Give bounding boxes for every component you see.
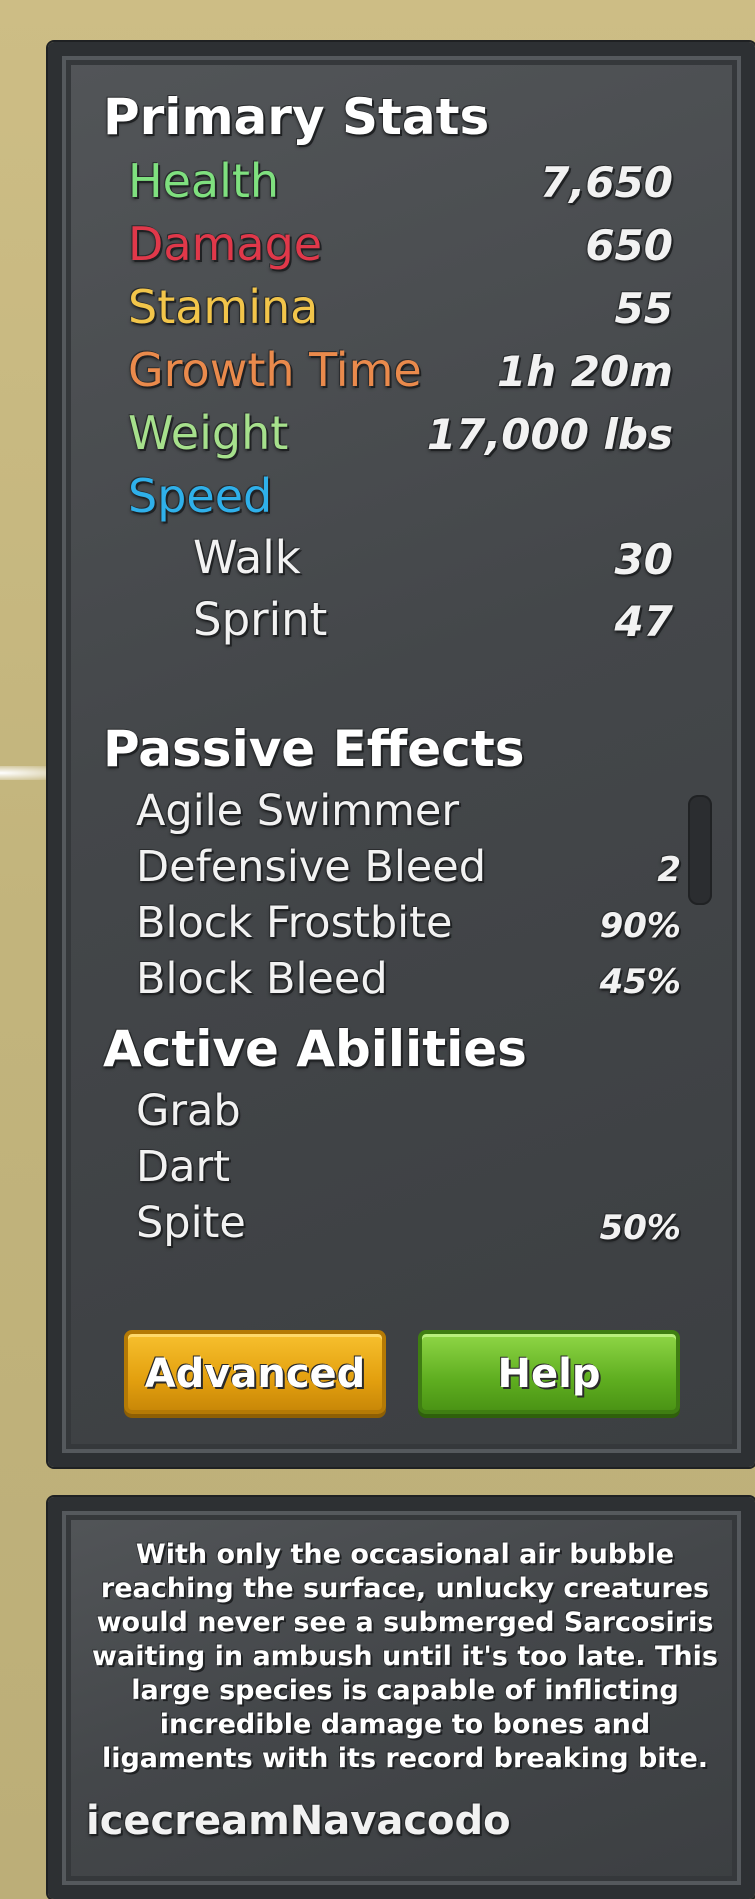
passive-item: Agile Swimmer [136, 786, 460, 836]
walk-value: 30 [614, 535, 673, 584]
ability-item-value: 50% [599, 1208, 681, 1248]
damage-label: Damage [128, 217, 323, 271]
speed-label: Speed [128, 469, 273, 523]
stamina-label: Stamina [128, 280, 319, 334]
growth-time-label: Growth Time [128, 343, 422, 397]
passive-item-value: 2 [657, 850, 681, 890]
sprint-label: Sprint [193, 593, 328, 646]
ability-item: Grab [136, 1086, 241, 1136]
health-label: Health [128, 154, 280, 208]
help-button[interactable]: Help [418, 1330, 680, 1414]
walk-label: Walk [193, 531, 301, 584]
passive-item-value: 90% [599, 906, 681, 946]
lore-text: With only the occasional air bubble reac… [92, 1539, 718, 1774]
passive-item: Defensive Bleed [136, 842, 486, 892]
damage-value: 650 [585, 221, 673, 270]
ability-item: Spite [136, 1198, 246, 1248]
stamina-value: 55 [614, 284, 673, 333]
passive-item: Block Bleed [136, 954, 388, 1004]
passive-item: Block Frostbite [136, 898, 453, 948]
passive-item-value: 45% [599, 962, 681, 1002]
passive-scrollbar[interactable] [688, 795, 712, 905]
sprint-value: 47 [614, 597, 673, 646]
advanced-button[interactable]: Advanced [124, 1330, 386, 1414]
passive-effects-heading: Passive Effects [103, 720, 525, 778]
primary-stats-heading: Primary Stats [103, 88, 490, 146]
active-abilities-heading: Active Abilities [103, 1020, 527, 1078]
weight-value: 17,000 lbs [426, 410, 673, 459]
growth-time-value: 1h 20m [497, 347, 673, 396]
author-name: icecreamNavacodo [86, 1798, 511, 1844]
health-value: 7,650 [540, 158, 673, 207]
ability-item: Dart [136, 1142, 230, 1192]
weight-label: Weight [128, 406, 289, 460]
